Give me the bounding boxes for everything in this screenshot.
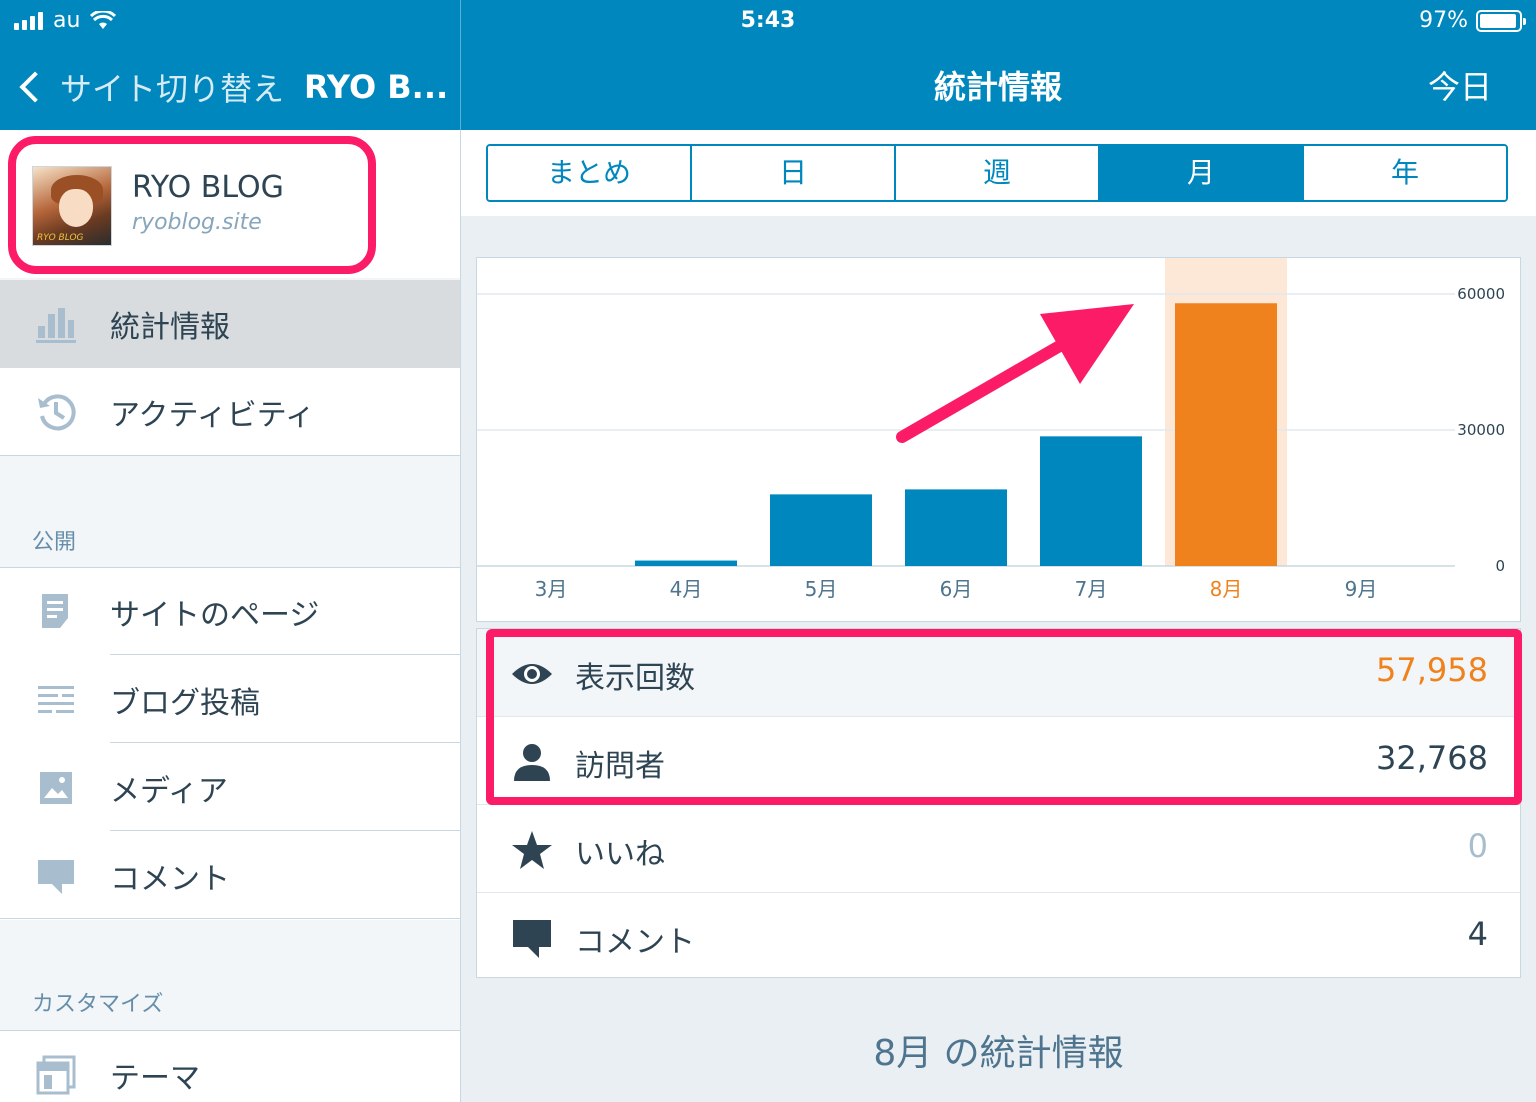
- comment-icon: [513, 920, 551, 958]
- x-tick-label: 3月: [535, 577, 568, 601]
- sidebar-item-themes[interactable]: テーマ: [0, 1031, 460, 1102]
- x-tick-label: 4月: [670, 577, 703, 601]
- themes-icon: [36, 1055, 76, 1095]
- divider: [0, 918, 460, 919]
- sidebar-item-comments[interactable]: コメント: [0, 832, 460, 920]
- battery-percent: 97%: [1419, 8, 1468, 33]
- back-label: サイト切り替え: [60, 70, 285, 108]
- y-tick-label: 60000: [1457, 285, 1505, 303]
- star-icon: [512, 831, 552, 869]
- period-stats-title: 8月 の統計情報: [873, 1033, 1124, 1074]
- today-button[interactable]: 今日: [1428, 44, 1492, 130]
- comment-icon: [38, 860, 74, 894]
- posts-icon: [38, 686, 74, 713]
- bar-5[interactable]: [770, 494, 872, 566]
- sidebar-item-media[interactable]: メディア: [0, 744, 460, 832]
- section-header-customize: カスタマイズ: [32, 992, 164, 1017]
- chevron-left-icon: [19, 71, 51, 103]
- y-tick-label: 30000: [1457, 421, 1505, 439]
- divider: [110, 654, 460, 655]
- stat-value-likes: 0: [1467, 827, 1488, 865]
- back-button[interactable]: サイト切り替え: [16, 64, 284, 110]
- bar-chart: 60000 30000 0 3月 4月 5月 6月 7月 8月 9月: [477, 258, 1505, 601]
- stat-value-comments: 4: [1467, 915, 1488, 953]
- divider: [110, 742, 460, 743]
- stat-row-comments[interactable]: コメント 4: [477, 893, 1520, 981]
- page-title: 統計情報: [933, 68, 1062, 106]
- sidebar: RYO BLOG RYO BLOG ryoblog.site 統計情報 アクティ…: [0, 130, 460, 1102]
- site-short-name: RYO B...: [304, 68, 449, 106]
- section-header-publish: 公開: [32, 530, 77, 555]
- sidebar-item-label: ブログ投稿: [110, 686, 260, 721]
- x-tick-label: 6月: [940, 577, 973, 601]
- sidebar-nav-bar: サイト切り替え RYO B...: [0, 44, 460, 130]
- sidebar-item-stats[interactable]: 統計情報: [0, 280, 460, 368]
- sidebar-item-label: コメント: [110, 862, 230, 897]
- page-icon: [42, 594, 68, 628]
- divider: [110, 830, 460, 831]
- image-icon: [40, 772, 72, 804]
- bar-8[interactable]: [1175, 303, 1277, 566]
- bar-6[interactable]: [905, 489, 1007, 566]
- sidebar-item-posts[interactable]: ブログ投稿: [0, 656, 460, 744]
- bar-7[interactable]: [1040, 436, 1142, 566]
- x-tick-label: 8月: [1210, 577, 1243, 601]
- x-tick-label: 5月: [805, 577, 838, 601]
- status-bar: au 5:43 97%: [0, 0, 1536, 44]
- tab-year[interactable]: 年: [1304, 146, 1506, 200]
- y-tick-label: 0: [1495, 557, 1505, 575]
- sidebar-item-activity[interactable]: アクティビティ: [0, 368, 460, 456]
- top-bar: au 5:43 97% サイト切り替え RYO B... 統計情報 今日: [0, 0, 1536, 130]
- battery-indicator: 97%: [1419, 8, 1526, 33]
- divider: [0, 455, 460, 456]
- tab-week[interactable]: 週: [896, 146, 1100, 200]
- sidebar-item-pages[interactable]: サイトのページ: [0, 568, 460, 656]
- pane-divider: [460, 130, 461, 1102]
- sidebar-item-label: メディア: [110, 774, 228, 809]
- views-chart: 60000 30000 0 3月 4月 5月 6月 7月 8月 9月: [476, 257, 1521, 622]
- bar-4[interactable]: [635, 560, 737, 566]
- tab-day[interactable]: 日: [692, 146, 896, 200]
- sidebar-item-label: 統計情報: [110, 310, 230, 345]
- tab-summary[interactable]: まとめ: [488, 146, 692, 200]
- period-segmented-control: まとめ 日 週 月 年: [486, 144, 1508, 202]
- history-icon: [38, 394, 76, 431]
- sidebar-item-label: テーマ: [110, 1061, 200, 1096]
- stats-icon: [36, 308, 76, 343]
- battery-icon: [1476, 9, 1526, 32]
- sidebar-item-label: アクティビティ: [110, 398, 315, 433]
- tab-month[interactable]: 月: [1100, 146, 1304, 200]
- highlight-site-card: [8, 136, 376, 274]
- stat-row-likes[interactable]: いいね 0: [477, 805, 1520, 893]
- stat-label: コメント: [575, 925, 695, 960]
- sidebar-item-label: サイトのページ: [110, 598, 320, 633]
- x-tick-label: 9月: [1345, 577, 1378, 601]
- x-tick-label: 7月: [1075, 577, 1108, 601]
- clock: 5:43: [740, 8, 796, 33]
- stat-label: いいね: [575, 837, 665, 872]
- highlight-stats: [486, 629, 1522, 805]
